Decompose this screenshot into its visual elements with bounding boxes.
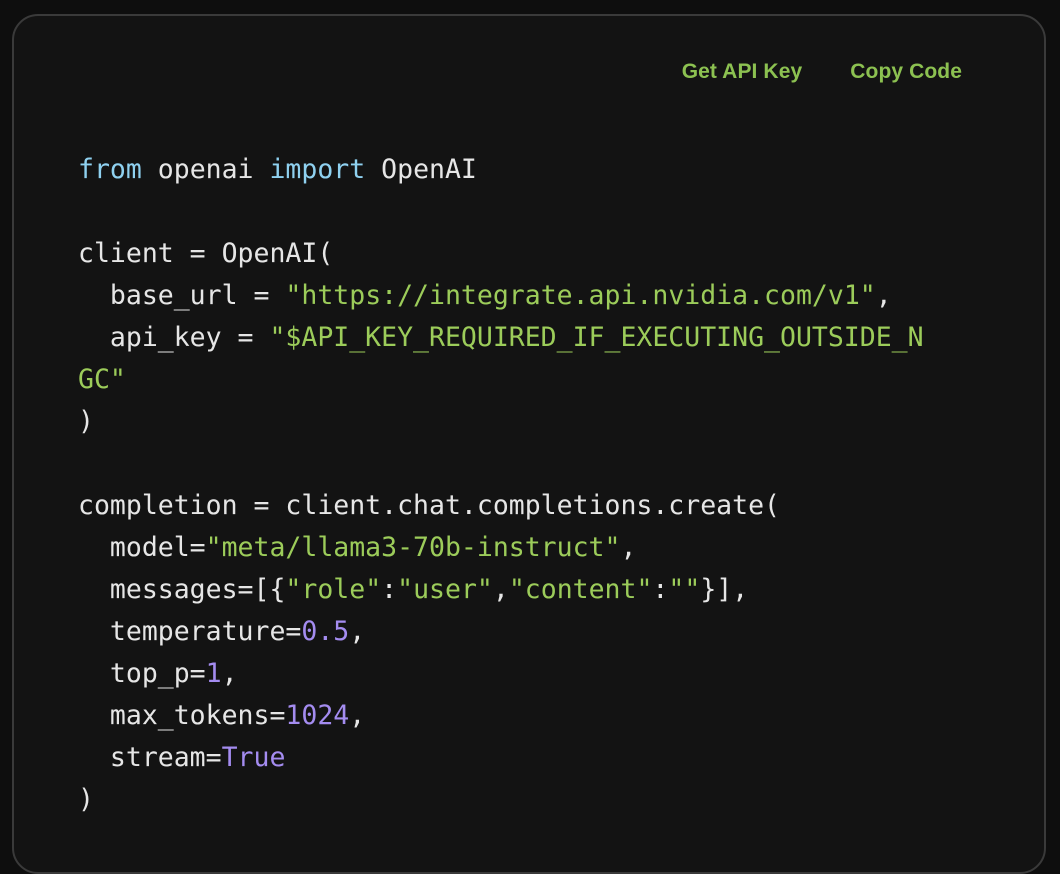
code-token: "content": [508, 574, 653, 605]
code-token: "user": [397, 574, 493, 605]
code-snippet-panel: Get API Key Copy Code from openai import…: [12, 14, 1046, 874]
code-token: "": [668, 574, 701, 605]
code-token: from: [78, 154, 142, 185]
code-line: from openai import OpenAI: [78, 149, 924, 191]
code-token: :: [652, 574, 669, 605]
code-line: stream=True: [78, 737, 924, 779]
code-line: messages=[{"role":"user","content":""}],: [78, 569, 924, 611]
code-token: api_key =: [78, 322, 270, 353]
code-token: OpenAI: [365, 154, 477, 185]
code-line: model="meta/llama3-70b-instruct",: [78, 527, 924, 569]
code-token: ): [78, 784, 94, 815]
code-line: api_key = "$API_KEY_REQUIRED_IF_EXECUTIN…: [78, 317, 924, 359]
code-token: 0.5: [301, 616, 350, 647]
code-token: model=: [78, 532, 206, 563]
code-block: from openai import OpenAI client = OpenAI…: [78, 149, 924, 821]
code-line: ): [78, 401, 924, 443]
code-token: ,: [221, 658, 238, 689]
code-token: }],: [700, 574, 749, 605]
code-token: True: [221, 742, 286, 773]
code-token: top_p=: [78, 658, 206, 689]
copy-code-button[interactable]: Copy Code: [850, 60, 962, 84]
code-line: client = OpenAI(: [78, 233, 924, 275]
code-token: ,: [875, 280, 892, 311]
code-token: client = OpenAI(: [78, 238, 334, 269]
code-token: ,: [492, 574, 509, 605]
code-token: :: [381, 574, 398, 605]
code-token: base_url =: [78, 280, 286, 311]
code-token: GC": [78, 364, 126, 395]
code-token: "meta/llama3-70b-instruct": [205, 532, 621, 563]
code-token: openai: [141, 154, 270, 185]
code-toolbar: Get API Key Copy Code: [682, 60, 962, 84]
code-line: ): [78, 779, 924, 821]
code-line: temperature=0.5,: [78, 611, 924, 653]
code-token: max_tokens=: [78, 700, 286, 731]
code-token: 1: [205, 658, 222, 689]
code-token: stream=: [78, 742, 222, 773]
code-token: ,: [620, 532, 637, 563]
code-token: ): [78, 406, 94, 437]
code-line: max_tokens=1024,: [78, 695, 924, 737]
code-token: "https://integrate.api.nvidia.com/v1": [285, 280, 876, 311]
code-token: ,: [349, 700, 366, 731]
code-line: base_url = "https://integrate.api.nvidia…: [78, 275, 924, 317]
code-line: completion = client.chat.completions.cre…: [78, 485, 924, 527]
code-token: messages=[{: [78, 574, 286, 605]
code-token: "$API_KEY_REQUIRED_IF_EXECUTING_OUTSIDE_…: [269, 322, 924, 353]
code-token: 1024: [285, 700, 350, 731]
code-token: ,: [349, 616, 366, 647]
get-api-key-button[interactable]: Get API Key: [682, 60, 803, 84]
code-token: temperature=: [78, 616, 302, 647]
code-token: completion = client.chat.completions.cre…: [78, 490, 780, 521]
code-line: GC": [78, 359, 924, 401]
code-token: import: [269, 154, 366, 185]
code-token: "role": [285, 574, 382, 605]
code-line: top_p=1,: [78, 653, 924, 695]
